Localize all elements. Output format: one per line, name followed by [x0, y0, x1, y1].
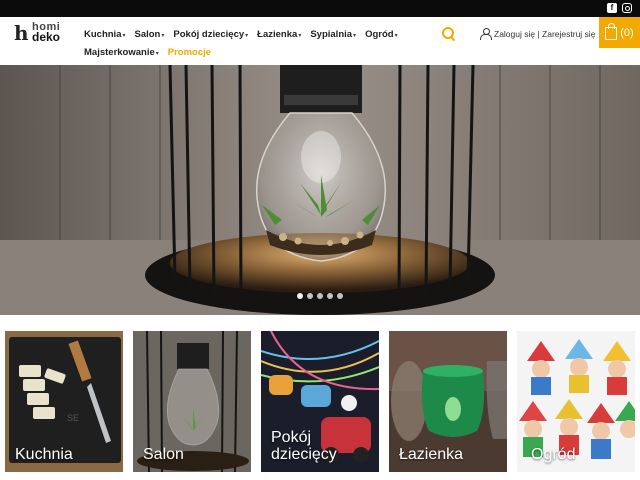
- logo-word-bottom: deko: [32, 30, 61, 44]
- category-label: Pokój dziecięcy: [271, 429, 337, 463]
- caret-down-icon: ▾: [298, 33, 302, 39]
- category-tile-lazienka[interactable]: Łazienka: [389, 331, 507, 472]
- category-tile-kuchnia[interactable]: SE Kuchnia: [5, 331, 123, 472]
- user-icon: [480, 28, 492, 40]
- category-label: Kuchnia: [15, 446, 73, 463]
- category-label: Salon: [143, 446, 184, 463]
- hero-slider[interactable]: [0, 65, 640, 315]
- nav-item-ogrod[interactable]: Ogród▾: [365, 29, 398, 42]
- caret-down-icon: ▾: [394, 33, 398, 39]
- nav-item-promocje[interactable]: Promocje: [168, 47, 211, 60]
- slider-dot-4[interactable]: [327, 293, 333, 299]
- nav-item-kuchnia[interactable]: Kuchnia▾: [84, 29, 126, 42]
- category-tile-ogrod[interactable]: Ogród: [517, 331, 635, 472]
- nav-item-salon[interactable]: Salon▾: [135, 29, 165, 42]
- nav-item-pokoj-dzieciecy[interactable]: Pokój dziecięcy▾: [173, 29, 248, 42]
- category-tile-salon[interactable]: Salon: [133, 331, 251, 472]
- account-text[interactable]: Zaloguj się | Zarejestruj się: [494, 29, 595, 39]
- main-nav: Kuchnia▾ Salon▾ Pokój dziecięcy▾ Łazienk…: [84, 29, 434, 60]
- slider-dot-5[interactable]: [337, 293, 343, 299]
- nav-item-lazienka[interactable]: Łazienka▾: [257, 29, 301, 42]
- site-header: h homi deko Kuchnia▾ Salon▾ Pokój dzieci…: [0, 17, 640, 65]
- caret-down-icon: ▾: [245, 33, 249, 39]
- cart-button[interactable]: (0): [599, 17, 640, 48]
- facebook-icon[interactable]: f: [607, 3, 617, 13]
- slider-dots: [297, 293, 343, 299]
- site-logo[interactable]: h homi deko: [14, 22, 74, 44]
- search-icon[interactable]: [442, 27, 456, 41]
- category-tile-pokoj-dzieciecy[interactable]: Pokój dziecięcy: [261, 331, 379, 472]
- hero-image: [0, 65, 640, 315]
- caret-down-icon: ▾: [353, 33, 357, 39]
- social-links: f: [607, 3, 632, 13]
- logo-mark-icon: h: [14, 21, 29, 45]
- category-tiles: SE Kuchnia Salon Pokój dziecięcy Łazienk…: [5, 331, 635, 472]
- nav-item-majsterkowanie[interactable]: Majsterkowanie▾: [84, 47, 159, 60]
- caret-down-icon: ▾: [155, 51, 159, 57]
- top-bar: f: [0, 0, 640, 17]
- caret-down-icon: ▾: [161, 33, 165, 39]
- nav-item-sypialnia[interactable]: Sypialnia▾: [310, 29, 356, 42]
- slider-dot-3[interactable]: [317, 293, 323, 299]
- account-link[interactable]: Zaloguj się | Zarejestruj się: [480, 28, 595, 40]
- svg-text:SE: SE: [67, 413, 79, 423]
- slider-dot-1[interactable]: [297, 293, 303, 299]
- cart-count: (0): [620, 26, 634, 39]
- shopping-bag-icon: [605, 23, 618, 40]
- caret-down-icon: ▾: [122, 33, 126, 39]
- category-label: Ogród: [531, 446, 576, 463]
- category-label: Łazienka: [399, 446, 464, 463]
- slider-dot-2[interactable]: [307, 293, 313, 299]
- instagram-icon[interactable]: [622, 3, 632, 13]
